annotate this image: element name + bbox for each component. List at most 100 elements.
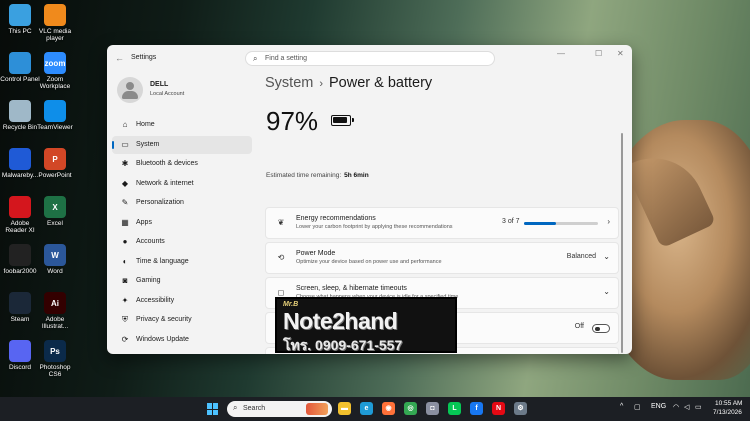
- card-value: 3 of 7: [502, 218, 520, 225]
- scrollbar[interactable]: [621, 133, 623, 353]
- watermark-main: Note2hand: [283, 308, 398, 334]
- desktop-shortcut[interactable]: Steam: [0, 292, 40, 323]
- sidebar-item-home[interactable]: ⌂ Home: [112, 116, 252, 134]
- desktop-shortcut[interactable]: P PowerPoint: [35, 148, 75, 179]
- taskbar-search-placeholder: Search: [243, 405, 266, 412]
- desktop-shortcut[interactable]: Recycle Bin: [0, 100, 40, 131]
- user-account-type: Local Account: [150, 91, 185, 97]
- battery-percentage: 97%: [266, 106, 319, 136]
- sidebar-item-bluetooth-devices[interactable]: ✱ Bluetooth & devices: [112, 155, 252, 173]
- adobe-reader-icon: [9, 196, 31, 218]
- gamepad-icon: ◙: [122, 276, 128, 285]
- word-icon: W: [44, 244, 66, 266]
- facebook-icon[interactable]: f: [470, 402, 483, 415]
- illustrator-icon: Ai: [44, 292, 66, 314]
- setting-card-energy-recommendations[interactable]: ❦ Energy recommendations Lower your carbon…: [265, 207, 619, 239]
- back-arrow-icon[interactable]: ←: [115, 53, 124, 63]
- edge-icon[interactable]: e: [360, 402, 373, 415]
- close-icon[interactable]: ✕: [617, 49, 624, 58]
- breadcrumb: System › Power & battery: [265, 75, 432, 91]
- desktop-shortcut[interactable]: Control Panel: [0, 52, 40, 83]
- chrome-icon[interactable]: ◎: [404, 402, 417, 415]
- battery-percentage-toggle[interactable]: [592, 324, 610, 333]
- language-indicator[interactable]: ENG: [651, 403, 666, 410]
- sidebar-item-label: Accounts: [136, 238, 165, 245]
- desktop-shortcut-label: Adobe Illustrat...: [41, 316, 69, 330]
- card-title: Power Mode: [296, 250, 336, 257]
- title-bar[interactable]: ← Settings ⌕ Find a setting — ☐ ✕: [107, 45, 632, 73]
- powerpoint-icon: P: [44, 148, 66, 170]
- sidebar-item-time-language[interactable]: ◐ Time & language: [112, 253, 252, 271]
- desktop-shortcut[interactable]: zoom Zoom Workplace: [35, 52, 75, 90]
- taskbar-search[interactable]: ⌕ Search: [227, 401, 332, 417]
- search-highlight-icon: [306, 403, 328, 415]
- desktop-shortcut-label: Recycle Bin: [2, 124, 38, 131]
- sidebar-item-network-internet[interactable]: ◆ Network & internet: [112, 175, 252, 193]
- file-explorer-icon[interactable]: ▬: [338, 402, 351, 415]
- wifi-icon[interactable]: ◠: [673, 403, 679, 411]
- sidebar-item-accessibility[interactable]: ✦ Accessibility: [112, 292, 252, 310]
- excel-icon: X: [44, 196, 66, 218]
- sidebar-item-label: System: [136, 140, 160, 148]
- volume-icon[interactable]: ◁: [684, 403, 689, 411]
- user-name: DELL: [150, 81, 169, 88]
- sidebar-item-system[interactable]: ▭ System: [112, 135, 252, 154]
- chevron-down-icon[interactable]: ⌄: [603, 252, 610, 261]
- malwarebytes-icon: [9, 148, 31, 170]
- desktop-shortcut[interactable]: foobar2000: [0, 244, 40, 275]
- desktop-shortcut-label: PowerPoint: [38, 172, 72, 179]
- sidebar-item-accounts[interactable]: ● Accounts: [112, 233, 252, 251]
- line-icon[interactable]: L: [448, 402, 461, 415]
- battery-tray-icon[interactable]: ▭: [695, 403, 702, 411]
- breadcrumb-system[interactable]: System: [265, 75, 313, 91]
- desktop-shortcut[interactable]: Adobe Reader XI: [0, 196, 40, 234]
- tray-chevron-icon[interactable]: ^: [620, 403, 623, 410]
- desktop-shortcut-label: Steam: [10, 316, 30, 323]
- sidebar-item-label: Windows Update: [136, 335, 189, 343]
- chevron-down-icon[interactable]: ⌄: [603, 287, 610, 296]
- desktop-shortcut[interactable]: VLC media player: [35, 4, 75, 42]
- watermark-logo: Mr.B Note2hand โทร. 0909-671-557: [275, 297, 457, 353]
- desktop-shortcut[interactable]: TeamViewer: [35, 100, 75, 131]
- shield-icon: ⛨: [122, 315, 128, 324]
- minimize-icon[interactable]: —: [557, 49, 565, 58]
- settings-gear-icon[interactable]: ⚙: [514, 402, 527, 415]
- sidebar-item-privacy-security[interactable]: ⛨ Privacy & security: [112, 311, 252, 329]
- card-subtitle: Lower your carbon footprint by applying …: [296, 224, 453, 230]
- desktop-shortcut-label: Adobe Reader XI: [5, 220, 35, 234]
- bluetooth-icon: ✱: [121, 159, 129, 168]
- desktop-shortcut-label: Malwareby...: [1, 172, 39, 179]
- windows-start-icon[interactable]: [207, 403, 219, 415]
- desktop-shortcut[interactable]: Ps Photoshop CS6: [35, 340, 75, 378]
- progress-fill: [524, 222, 556, 225]
- sidebar-item-personalization[interactable]: ✎ Personalization: [112, 194, 252, 212]
- page-title: Power & battery: [329, 75, 433, 91]
- firefox-icon[interactable]: ◉: [382, 402, 395, 415]
- desktop-shortcut-label: Excel: [47, 220, 63, 227]
- clock-date[interactable]: 7/13/2026: [713, 409, 742, 416]
- windows-update-icon: ⟳: [121, 334, 129, 344]
- sidebar-item-windows-update[interactable]: ⟳ Windows Update: [112, 331, 252, 349]
- maximize-icon[interactable]: ☐: [595, 49, 602, 58]
- clock-time[interactable]: 10:55 AM: [715, 400, 742, 407]
- chevron-right-icon[interactable]: ›: [607, 217, 610, 226]
- desktop-shortcut[interactable]: W Word: [35, 244, 75, 275]
- desktop-shortcut[interactable]: This PC: [0, 4, 40, 35]
- desktop-shortcut[interactable]: Ai Adobe Illustrat...: [35, 292, 75, 330]
- card-value[interactable]: Balanced: [567, 253, 596, 260]
- sidebar-item-gaming[interactable]: ◙ Gaming: [112, 272, 252, 290]
- tray-app-icon[interactable]: ▢: [634, 403, 641, 411]
- avatar: [117, 77, 143, 103]
- sidebar-item-apps[interactable]: ▦ Apps: [112, 214, 252, 232]
- netflix-icon[interactable]: N: [492, 402, 505, 415]
- search-input[interactable]: ⌕ Find a setting: [245, 51, 495, 66]
- sidebar-nav: ⌂ Home ▭ System ✱ Bluetooth & devices ◆ Network…: [112, 116, 252, 350]
- photoshop-icon: Ps: [44, 340, 66, 362]
- desktop-shortcut[interactable]: Malwareby...: [0, 148, 40, 179]
- watermark-phone: โทร. 0909-671-557: [283, 337, 403, 353]
- desktop-shortcut[interactable]: Discord: [0, 340, 40, 371]
- setting-card-power-mode[interactable]: ⟲ Power Mode Optimize your device based on…: [265, 242, 619, 274]
- sidebar-item-label: Personalization: [136, 199, 184, 206]
- camera-icon[interactable]: ◘: [426, 402, 439, 415]
- desktop-shortcut[interactable]: X Excel: [35, 196, 75, 227]
